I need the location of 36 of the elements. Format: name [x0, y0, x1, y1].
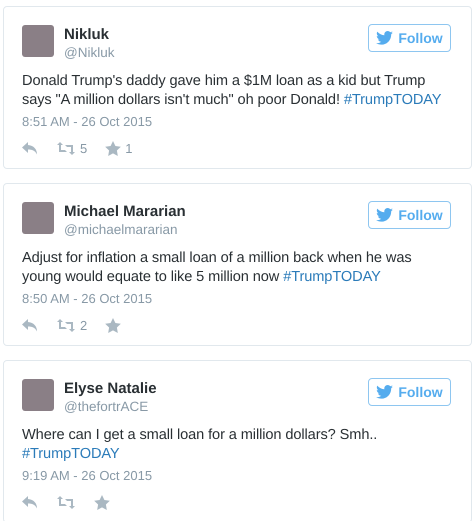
retweet-count: 5	[80, 140, 88, 156]
star-icon[interactable]	[94, 494, 110, 510]
retweet-icon[interactable]	[56, 496, 76, 508]
avatar-photo-placeholder	[22, 25, 54, 57]
tweet-text: Donald Trump's daddy gave him a $1M loan as a kid but Trump says "A million dollars isn't much" oh poor Donald! #TrumpTODAY	[22, 72, 442, 110]
follow-button[interactable]: Follow	[368, 24, 451, 52]
retweet-icon[interactable]	[56, 142, 76, 154]
retweet-icon[interactable]	[56, 318, 76, 332]
tweet-text: Where can I get a small loan for a million dollars? Smh.. #TrumpTODAY	[22, 426, 378, 464]
tweet-timestamp: 8:50 AM - 26 Oct 2015	[22, 290, 154, 307]
user-handle: @michaelmararian	[64, 221, 178, 238]
hashtag-link[interactable]: #TrumpTODAY	[344, 92, 442, 108]
reply-icon[interactable]	[22, 318, 38, 332]
follow-button[interactable]: Follow	[368, 201, 451, 229]
tweet-timestamp: 8:51 AM - 26 Oct 2015	[22, 113, 154, 130]
user-handle: @thefortrACE	[64, 398, 150, 415]
avatar-photo-placeholder	[22, 379, 54, 411]
hashtag-link[interactable]: #TrumpTODAY	[22, 446, 120, 462]
reply-icon[interactable]	[22, 142, 38, 154]
star-icon[interactable]	[105, 140, 122, 156]
hashtag-link[interactable]: #TrumpTODAY	[283, 269, 381, 285]
user-handle: @Nikluk	[64, 44, 116, 61]
user-name: Nikluk	[64, 25, 110, 44]
user-name: Elyse Natalie	[64, 379, 158, 398]
tweet-timestamp: 9:19 AM - 26 Oct 2015	[22, 467, 154, 484]
star-icon[interactable]	[105, 318, 122, 332]
bird-icon	[376, 208, 394, 222]
follow-button[interactable]: Follow	[368, 378, 451, 406]
bird-icon	[376, 385, 394, 399]
retweet-count: 2	[80, 318, 88, 332]
bird-icon	[376, 31, 394, 45]
avatar-photo-placeholder	[22, 202, 54, 234]
user-name: Michael Mararian	[64, 202, 187, 221]
like-count: 1	[125, 140, 132, 156]
reply-icon[interactable]	[22, 496, 38, 508]
tweet-text: Adjust for inflation a small loan of a million back when he was young would equate to like 5 million now #TrumpTODAY	[22, 249, 413, 287]
